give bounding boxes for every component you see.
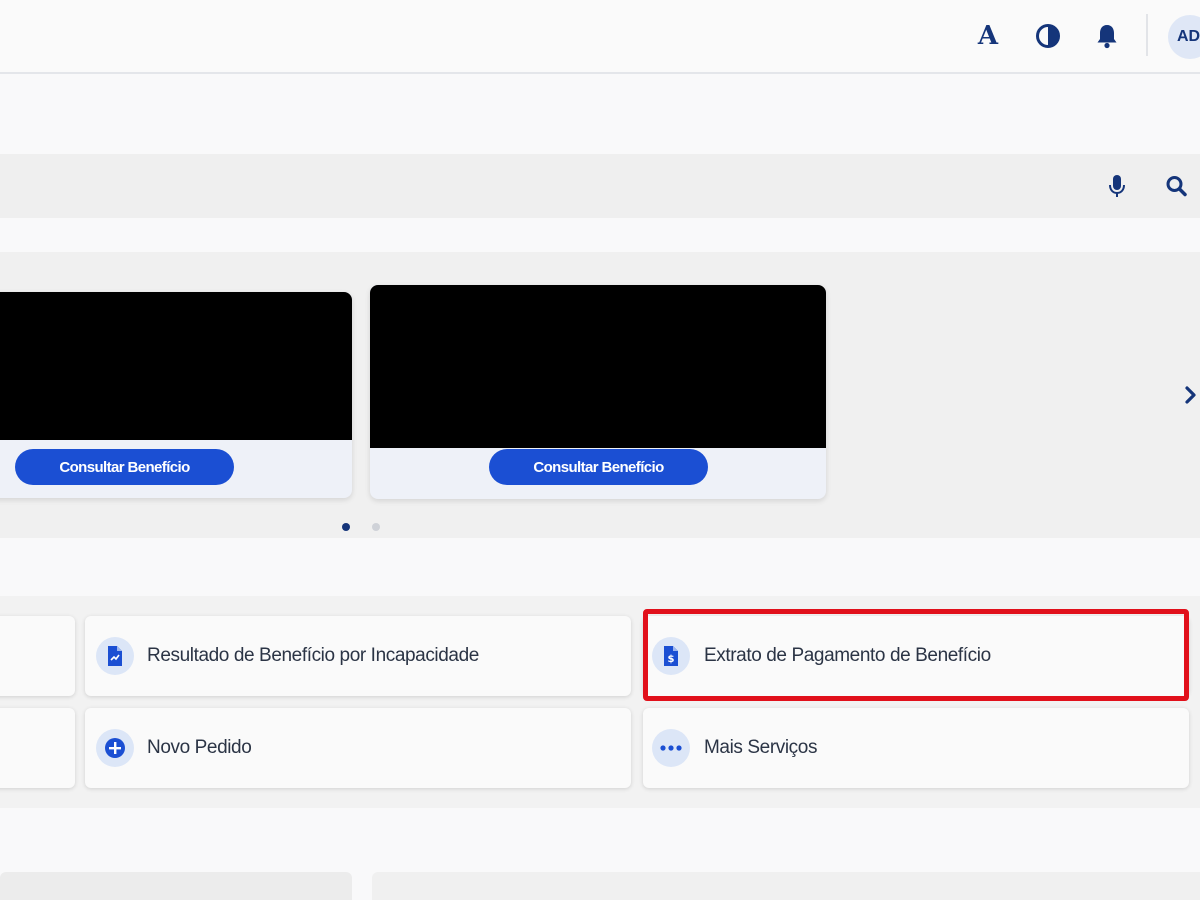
bottom-card: [0, 872, 352, 900]
card-image: [370, 285, 826, 448]
avatar-initials: AD: [1177, 28, 1200, 45]
payment-statement-icon: $: [652, 637, 690, 675]
top-header: A AD: [0, 0, 1200, 74]
document-icon: [96, 637, 134, 675]
service-resultado-beneficio[interactable]: Resultado de Benefício por Incapacidade: [85, 616, 631, 696]
bottom-card: [372, 872, 1200, 900]
service-novo-pedido[interactable]: Novo Pedido: [85, 708, 631, 788]
service-mais-servicos[interactable]: Mais Serviços: [643, 708, 1189, 788]
service-card-partial[interactable]: [0, 616, 75, 696]
service-extrato-pagamento[interactable]: $ Extrato de Pagamento de Benefício: [643, 616, 1189, 696]
service-label: Mais Serviços: [704, 737, 818, 758]
carousel-dot[interactable]: [372, 523, 380, 531]
carousel-card: Consultar Benefício: [0, 292, 352, 498]
contrast-icon[interactable]: [1034, 22, 1062, 50]
svg-text:$: $: [668, 654, 675, 665]
service-label: Resultado de Benefício por Incapacidade: [147, 645, 479, 666]
more-icon: [652, 729, 690, 767]
header-divider: [1146, 14, 1148, 56]
card-image: [0, 292, 352, 440]
add-circle-icon: [96, 729, 134, 767]
carousel-card: Consultar Benefício: [370, 285, 826, 499]
consultar-beneficio-button[interactable]: Consultar Benefício: [15, 449, 234, 485]
font-size-button[interactable]: A: [974, 21, 1002, 51]
service-label: Novo Pedido: [147, 737, 252, 758]
search-icon[interactable]: [1163, 172, 1191, 200]
service-label: Extrato de Pagamento de Benefício: [704, 645, 991, 666]
consultar-beneficio-button[interactable]: Consultar Benefício: [489, 449, 708, 485]
services-grid: Resultado de Benefício por Incapacidade …: [0, 596, 1200, 808]
carousel-dot-active[interactable]: [342, 523, 350, 531]
microphone-icon[interactable]: [1104, 172, 1130, 200]
search-bar: [0, 154, 1200, 218]
search-input[interactable]: [0, 154, 1080, 218]
banner-carousel: Consultar Benefício Consultar Benefício: [0, 252, 1200, 538]
bell-icon[interactable]: [1093, 22, 1121, 50]
service-card-partial[interactable]: [0, 708, 75, 788]
chevron-right-icon[interactable]: [1182, 380, 1200, 410]
user-avatar[interactable]: AD: [1168, 15, 1200, 59]
